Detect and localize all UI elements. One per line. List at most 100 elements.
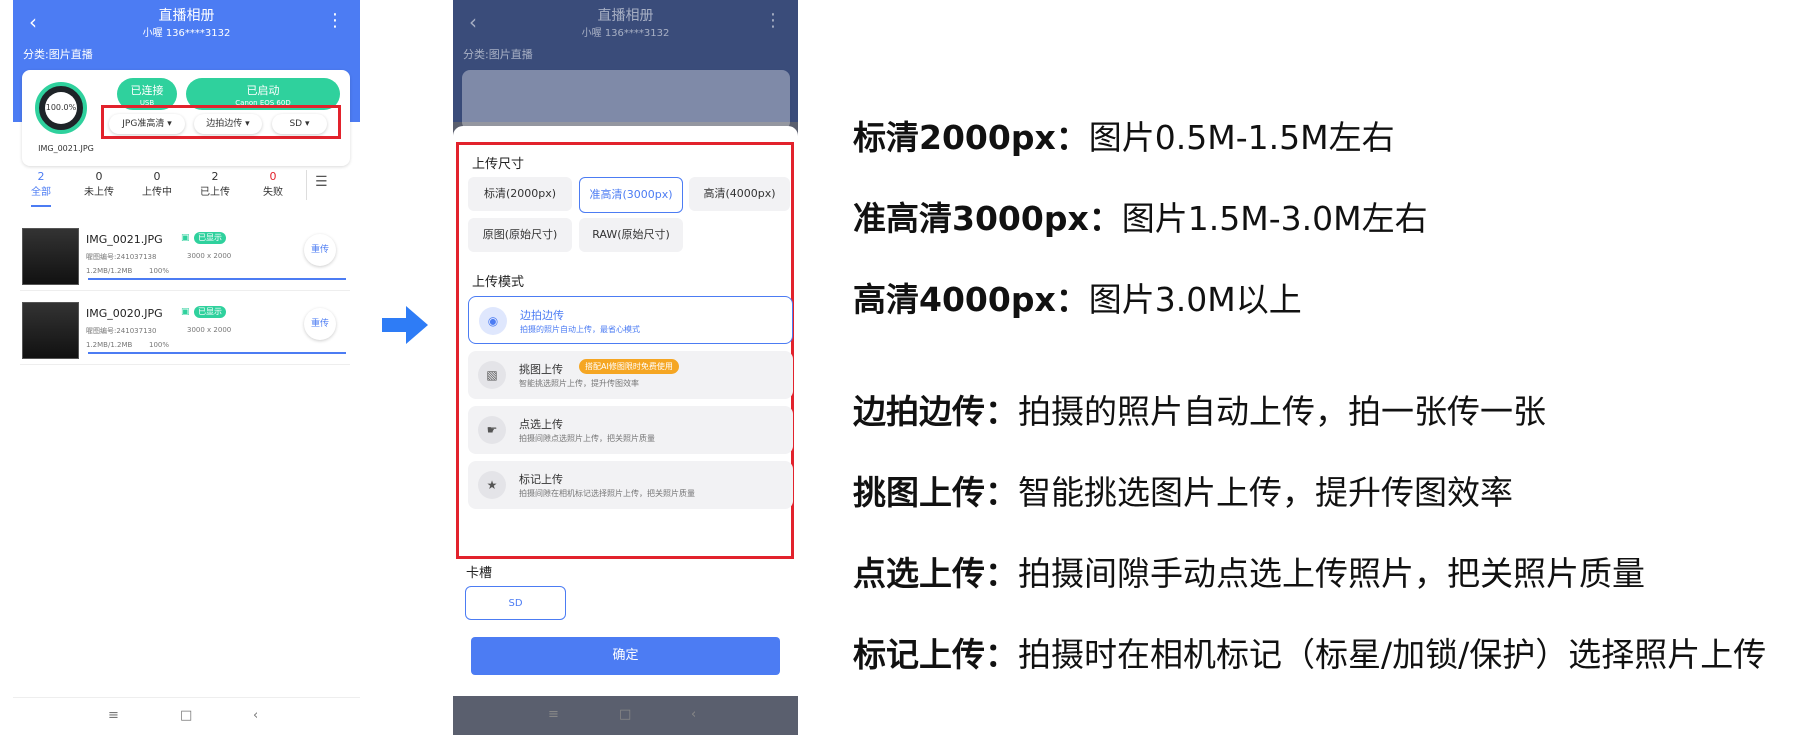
menu-nav-icon[interactable]: ≡	[548, 707, 559, 722]
upload-progress-bar	[88, 278, 346, 280]
more-icon[interactable]: ⋮	[326, 10, 344, 31]
divider	[306, 170, 307, 200]
tab-count: 0	[95, 170, 103, 183]
description-text: 图片1.5M-3.0M左右	[1121, 199, 1428, 238]
tab-label: 失败	[263, 187, 283, 198]
upload-size-title: 上传尺寸	[472, 157, 525, 172]
active-tab-indicator	[31, 205, 51, 207]
tab-label: 上传中	[142, 187, 172, 198]
description-text: 智能挑选图片上传，提升传图效率	[1018, 473, 1513, 512]
size-option-raw[interactable]: RAW(原始尺寸)	[579, 218, 683, 252]
file-code: 喔图编号:241037130	[86, 327, 157, 335]
size-option-hd[interactable]: 高清(4000px)	[689, 177, 790, 211]
tab-label: 未上传	[84, 187, 114, 198]
mode-title: 挑图上传	[519, 363, 563, 376]
mode-subtitle: 智能挑选照片上传，提升传图效率	[519, 379, 639, 388]
slot-dropdown[interactable]: SD ▾	[272, 114, 327, 134]
mode-option-marked[interactable]: ★ 标记上传 拍摄间隙在相机标记选择照片上传，把关照片质量	[468, 461, 793, 509]
description-term: 挑图上传：	[853, 473, 1018, 512]
description-line: 标清2000px：图片0.5M-1.5M左右	[853, 111, 1395, 159]
home-nav-icon[interactable]: □	[619, 707, 631, 722]
description-text: 图片0.5M-1.5M左右	[1088, 118, 1395, 157]
description-text: 拍摄的照片自动上传，拍一张传一张	[1018, 392, 1546, 431]
current-image-name: IMG_0021.JPG	[38, 144, 94, 153]
back-nav-icon[interactable]: ‹	[253, 708, 258, 723]
slot-option-sd[interactable]: SD	[465, 586, 566, 620]
tab-label: 全部	[31, 187, 51, 198]
file-code: 喔图编号:241037138	[86, 253, 157, 261]
camera-icon: ◉	[479, 307, 507, 335]
image-check-icon: ▧	[478, 361, 506, 389]
description-term: 点选上传：	[853, 554, 1018, 593]
page-title: 直播相册	[158, 8, 215, 24]
quality-dropdown[interactable]: JPG准高清 ▾	[109, 114, 185, 134]
description-text: 拍摄时在相机标记（标星/加锁/保护）选择照片上传	[1018, 635, 1767, 674]
page-title: 直播相册	[597, 8, 654, 24]
mode-dropdown-label: 边拍边传	[206, 119, 243, 129]
size-option-sd[interactable]: 标清(2000px)	[468, 177, 572, 211]
file-size: 1.2MB/1.2MB	[86, 267, 133, 275]
description-line: 挑图上传：智能挑选图片上传，提升传图效率	[853, 466, 1513, 514]
mode-subtitle: 拍摄间隙点选照片上传，把关照片质量	[519, 434, 655, 443]
upload-mode-title: 上传模式	[472, 275, 525, 290]
file-percent: 100%	[149, 267, 170, 275]
category-label: 分类:图片直播	[23, 48, 93, 61]
file-row[interactable]: IMG_0020.JPG ▣ 已显示 喔图编号:241037130 3000 x…	[20, 294, 350, 365]
sd-card-icon: ▣	[181, 307, 190, 317]
description-text: 拍摄间隙手动点选上传照片，把关照片质量	[1018, 554, 1645, 593]
file-dimensions: 3000 x 2000	[187, 326, 232, 334]
photo-thumbnail	[22, 228, 79, 285]
promo-badge: 搭配AI修图限时免费使用	[579, 359, 679, 374]
description-line: 标记上传：拍摄时在相机标记（标星/加锁/保护）选择照片上传	[853, 628, 1766, 676]
mode-title: 标记上传	[519, 473, 563, 486]
description-term: 准高清3000px：	[853, 199, 1122, 238]
tab-uploaded[interactable]: 2 已上传	[195, 170, 235, 198]
progress-label: 100.0%	[45, 92, 77, 124]
mode-title: 点选上传	[519, 418, 563, 431]
home-nav-icon[interactable]: □	[180, 708, 192, 723]
slot-title: 卡槽	[466, 566, 493, 581]
menu-nav-icon[interactable]: ≡	[108, 708, 119, 723]
mode-subtitle: 拍摄间隙在相机标记选择照片上传，把关照片质量	[519, 489, 695, 498]
upload-progress-ring: 100.0%	[35, 82, 87, 134]
mode-title: 边拍边传	[520, 309, 564, 322]
reupload-button[interactable]: 重传	[304, 234, 336, 266]
tap-icon: ☛	[478, 416, 506, 444]
tab-count: 0	[269, 170, 277, 183]
slot-dropdown-label: SD	[289, 119, 303, 129]
upload-settings-sheet: 上传尺寸 标清(2000px) 准高清(3000px) 高清(4000px) 原…	[453, 126, 798, 696]
phone-screen-album: ‹ 直播相册 小喔 136****3132 ⋮ 分类:图片直播 100.0% I…	[13, 0, 360, 735]
file-row[interactable]: IMG_0021.JPG ▣ 已显示 喔图编号:241037138 3000 x…	[20, 220, 350, 291]
size-option-hd-lite[interactable]: 准高清(3000px)	[579, 177, 683, 213]
description-term: 边拍边传：	[853, 392, 1018, 431]
sd-card-icon: ▣	[181, 233, 190, 243]
camera-status-label: 已启动	[246, 84, 280, 97]
phone-screen-settings-sheet: ‹ 直播相册 小喔 136****3132 ⋮ 分类:图片直播 上传尺寸 标清(…	[453, 0, 798, 735]
confirm-button[interactable]: 确定	[471, 637, 780, 675]
star-icon: ★	[478, 471, 506, 499]
description-term: 标清2000px：	[853, 118, 1089, 157]
page-subtitle: 小喔 136****3132	[581, 28, 670, 39]
back-nav-icon[interactable]: ‹	[691, 707, 696, 722]
tab-count: 2	[37, 170, 45, 183]
mode-option-auto[interactable]: ◉ 边拍边传 拍摄的照片自动上传，最省心模式	[468, 296, 793, 344]
file-size: 1.2MB/1.2MB	[86, 341, 133, 349]
tab-failed[interactable]: 0 失败	[253, 170, 293, 198]
mode-option-smart-pick[interactable]: ▧ 挑图上传 搭配AI修图限时免费使用 智能挑选照片上传，提升传图效率	[468, 351, 793, 399]
status-badge: 已显示	[194, 232, 226, 244]
description-term: 高清4000px：	[853, 280, 1089, 319]
description-line: 高清4000px：图片3.0M以上	[853, 273, 1302, 321]
tab-not-uploaded[interactable]: 0 未上传	[79, 170, 119, 198]
system-nav-bar: ≡ □ ‹	[453, 697, 798, 735]
settings-highlight-box: JPG准高清 ▾ 边拍边传 ▾ SD ▾	[101, 105, 341, 139]
mode-dropdown[interactable]: 边拍边传 ▾	[194, 114, 262, 134]
options-highlight-box: 上传尺寸 标清(2000px) 准高清(3000px) 高清(4000px) 原…	[456, 142, 794, 559]
reupload-button[interactable]: 重传	[304, 308, 336, 340]
description-line: 准高清3000px：图片1.5M-3.0M左右	[853, 192, 1428, 240]
size-option-original[interactable]: 原图(原始尺寸)	[468, 218, 572, 252]
tab-uploading[interactable]: 0 上传中	[137, 170, 177, 198]
mode-option-manual-pick[interactable]: ☛ 点选上传 拍摄间隙点选照片上传，把关照片质量	[468, 406, 793, 454]
tab-all[interactable]: 2 全部	[21, 170, 61, 198]
list-view-icon[interactable]: ☰	[315, 174, 333, 192]
file-name: IMG_0021.JPG	[86, 233, 163, 246]
